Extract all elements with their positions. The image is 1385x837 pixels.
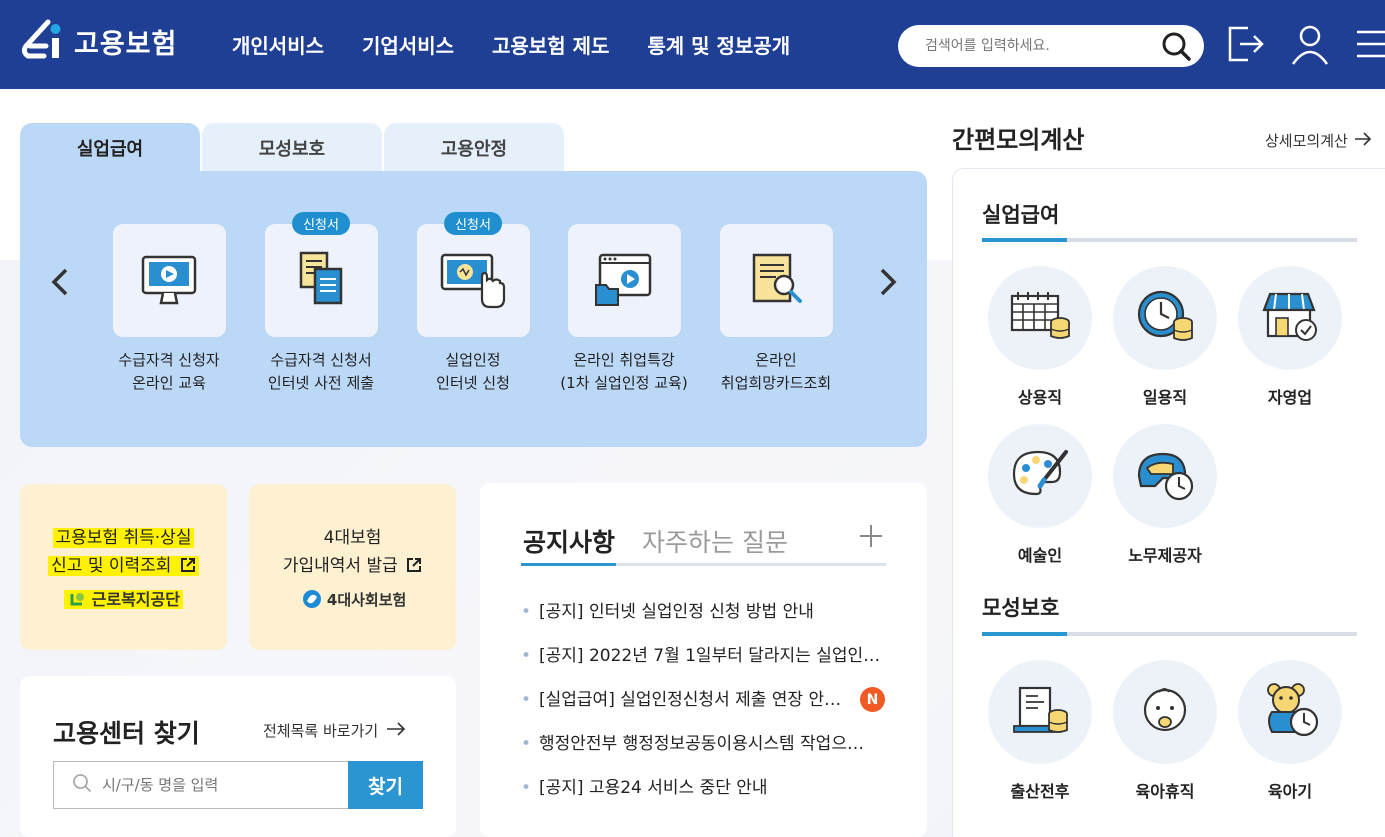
calc-self-employed[interactable]: 자영업 [1237, 266, 1343, 408]
online-apply-icon [438, 247, 508, 315]
site-logo[interactable]: 고용보험 [18, 16, 177, 66]
four-insurance-name: 4대사회보험 [326, 591, 407, 609]
nav-personal-service[interactable]: 개인서비스 [232, 30, 324, 59]
quick-card-line1: 4대보험 [323, 528, 382, 548]
notice-item[interactable]: [공지] 2022년 7월 1일부터 달라지는 실업인… [521, 642, 886, 686]
document-copy-icon [289, 247, 353, 315]
notice-item[interactable]: [실업급여] 실업인정신청서 제출 연장 안… [521, 686, 851, 730]
service-online-education[interactable]: 수급자격 신청자 온라인 교육 [94, 224, 244, 395]
calc-section-maternity: 모성보호 [982, 596, 1060, 620]
teddy-clock-icon [1258, 680, 1322, 744]
service-internet-apply[interactable]: 신청서 실업인정 인터넷 신청 [398, 212, 548, 395]
calc-title: 간편모의계산 [952, 126, 1085, 154]
calc-maternity-leave[interactable]: 출산전후 [987, 660, 1093, 802]
finder-input-box [53, 761, 349, 809]
comwel-name: 근로복지공단 [91, 590, 180, 609]
application-badge: 신청서 [292, 212, 350, 235]
calc-parental-leave[interactable]: 육아휴직 [1112, 660, 1218, 802]
clock-coins-icon [1133, 286, 1197, 350]
finder-title: 고용센터 찾기 [53, 719, 200, 748]
external-link-icon [180, 554, 196, 572]
service-pre-submit[interactable]: 신청서 수급자격 신청서 인터넷 사전 제출 [246, 212, 396, 395]
tab-faq[interactable]: 자주하는 질문 [642, 523, 788, 559]
document-coins-icon [1008, 682, 1072, 742]
monitor-play-icon [137, 247, 201, 315]
palette-icon [1008, 446, 1072, 506]
calc-artist[interactable]: 예술인 [987, 424, 1093, 566]
tab-unemployment[interactable]: 실업급여 [20, 123, 200, 173]
quick-card-line2: 신고 및 이력조회 [51, 556, 172, 576]
notice-item[interactable]: [공지] 인터넷 실업인정 신청 방법 안내 [521, 598, 886, 642]
quick-card-line1: 고용보험 취득·상실 [52, 528, 195, 548]
tab-employment-stability[interactable]: 고용안정 [384, 123, 564, 173]
notice-panel: 공지사항 자주하는 질문 [공지] 인터넷 실업인정 신청 방법 안내 [공지]… [480, 483, 927, 837]
more-plus-icon[interactable] [858, 523, 884, 549]
logo-text: 고용보험 [74, 28, 178, 60]
tab-notice[interactable]: 공지사항 [523, 523, 615, 559]
arrow-right-icon [1354, 131, 1372, 150]
main-nav: 개인서비스 기업서비스 고용보험 제도 통계 및 정보공개 [232, 30, 828, 59]
prev-arrow-icon[interactable] [46, 262, 74, 302]
baby-icon [1137, 682, 1193, 742]
nav-company-service[interactable]: 기업서비스 [362, 30, 454, 59]
calc-daily-worker[interactable]: 일용직 [1112, 266, 1218, 408]
center-finder: 고용센터 찾기 전체목록 바로가기 찾기 [20, 676, 456, 837]
nav-insurance-system[interactable]: 고용보험 제도 [492, 30, 609, 59]
helmet-clock-icon [1133, 446, 1197, 506]
calc-childcare-period[interactable]: 육아기 [1237, 660, 1343, 802]
nav-statistics[interactable]: 통계 및 정보공개 [647, 30, 790, 59]
finder-all-list-link[interactable]: 전체목록 바로가기 [263, 720, 406, 741]
menu-icon[interactable] [1353, 22, 1385, 66]
next-arrow-icon[interactable] [874, 262, 902, 302]
calc-labor-provider[interactable]: 노무제공자 [1112, 424, 1218, 566]
search-icon[interactable] [1160, 30, 1192, 62]
new-badge: N [860, 687, 885, 712]
external-link-icon [406, 554, 422, 572]
video-folder-icon [592, 247, 656, 315]
site-header: 고용보험 개인서비스 기업서비스 고용보험 제도 통계 및 정보공개 [0, 0, 1385, 89]
search-icon [72, 773, 92, 797]
four-insurance-logo-icon [302, 589, 322, 609]
notice-list: [공지] 인터넷 실업인정 신청 방법 안내 [공지] 2022년 7월 1일부… [521, 598, 886, 818]
quick-card-line2: 가입내역서 발급 [282, 556, 398, 576]
notice-item[interactable]: 행정안전부 행정정보공동이용시스템 작업으… [521, 730, 886, 774]
card-search-icon [744, 247, 808, 315]
calc-section-unemployment: 실업급여 [982, 203, 1060, 227]
service-job-card[interactable]: 온라인 취업희망카드조회 [701, 224, 851, 395]
ei-logo-icon [18, 16, 68, 66]
service-online-lecture[interactable]: 온라인 취업특강 (1차 실업인정 교육) [549, 224, 699, 395]
search-input[interactable] [925, 38, 1155, 54]
user-icon[interactable] [1290, 22, 1330, 66]
store-check-icon [1258, 288, 1322, 348]
logout-icon[interactable] [1226, 22, 1266, 66]
quick-card-insurance-report[interactable]: 고용보험 취득·상실 신고 및 이력조회 근로복지공단 [20, 484, 227, 650]
quick-card-four-insurance[interactable]: 4대보험 가입내역서 발급 4대사회보험 [249, 484, 456, 650]
header-search [898, 25, 1204, 67]
center-search-input[interactable] [102, 776, 332, 794]
application-badge: 신청서 [444, 212, 502, 235]
notice-item[interactable]: [공지] 고용24 서비스 중단 안내 [521, 774, 886, 818]
arrow-right-icon [386, 721, 406, 740]
comwel-logo-icon [70, 588, 86, 606]
tab-maternity[interactable]: 모성보호 [202, 123, 382, 173]
detail-calc-link[interactable]: 상세모의계산 [1265, 130, 1372, 151]
center-search-button[interactable]: 찾기 [348, 761, 423, 809]
calendar-coins-icon [1008, 288, 1072, 348]
calc-regular-worker[interactable]: 상용직 [987, 266, 1093, 408]
